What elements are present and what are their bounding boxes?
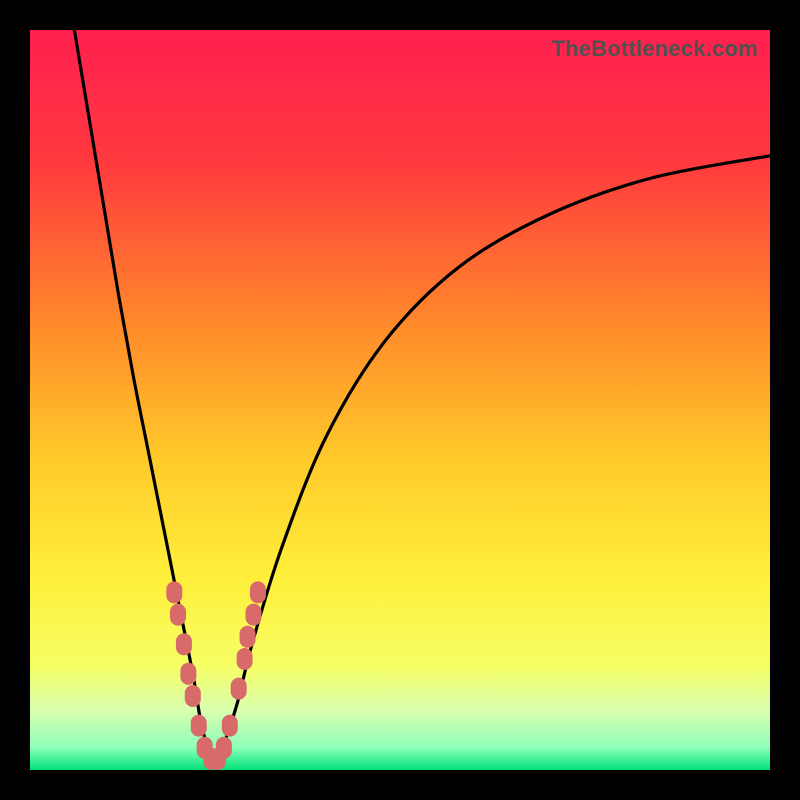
curve-marker <box>245 604 261 626</box>
curve-marker <box>222 715 238 737</box>
curve-marker <box>180 663 196 685</box>
curve-marker <box>191 715 207 737</box>
curve-marker <box>231 678 247 700</box>
curve-marker <box>216 737 232 759</box>
chart-frame: TheBottleneck.com <box>0 0 800 800</box>
curve-marker <box>240 626 256 648</box>
curve-marker <box>176 633 192 655</box>
bottleneck-chart <box>30 30 770 770</box>
curve-marker <box>237 648 253 670</box>
curve-markers <box>166 581 266 770</box>
plot-area: TheBottleneck.com <box>30 30 770 770</box>
curve-marker <box>250 581 266 603</box>
curve-marker <box>170 604 186 626</box>
curve-marker <box>185 685 201 707</box>
curve-marker <box>166 581 182 603</box>
